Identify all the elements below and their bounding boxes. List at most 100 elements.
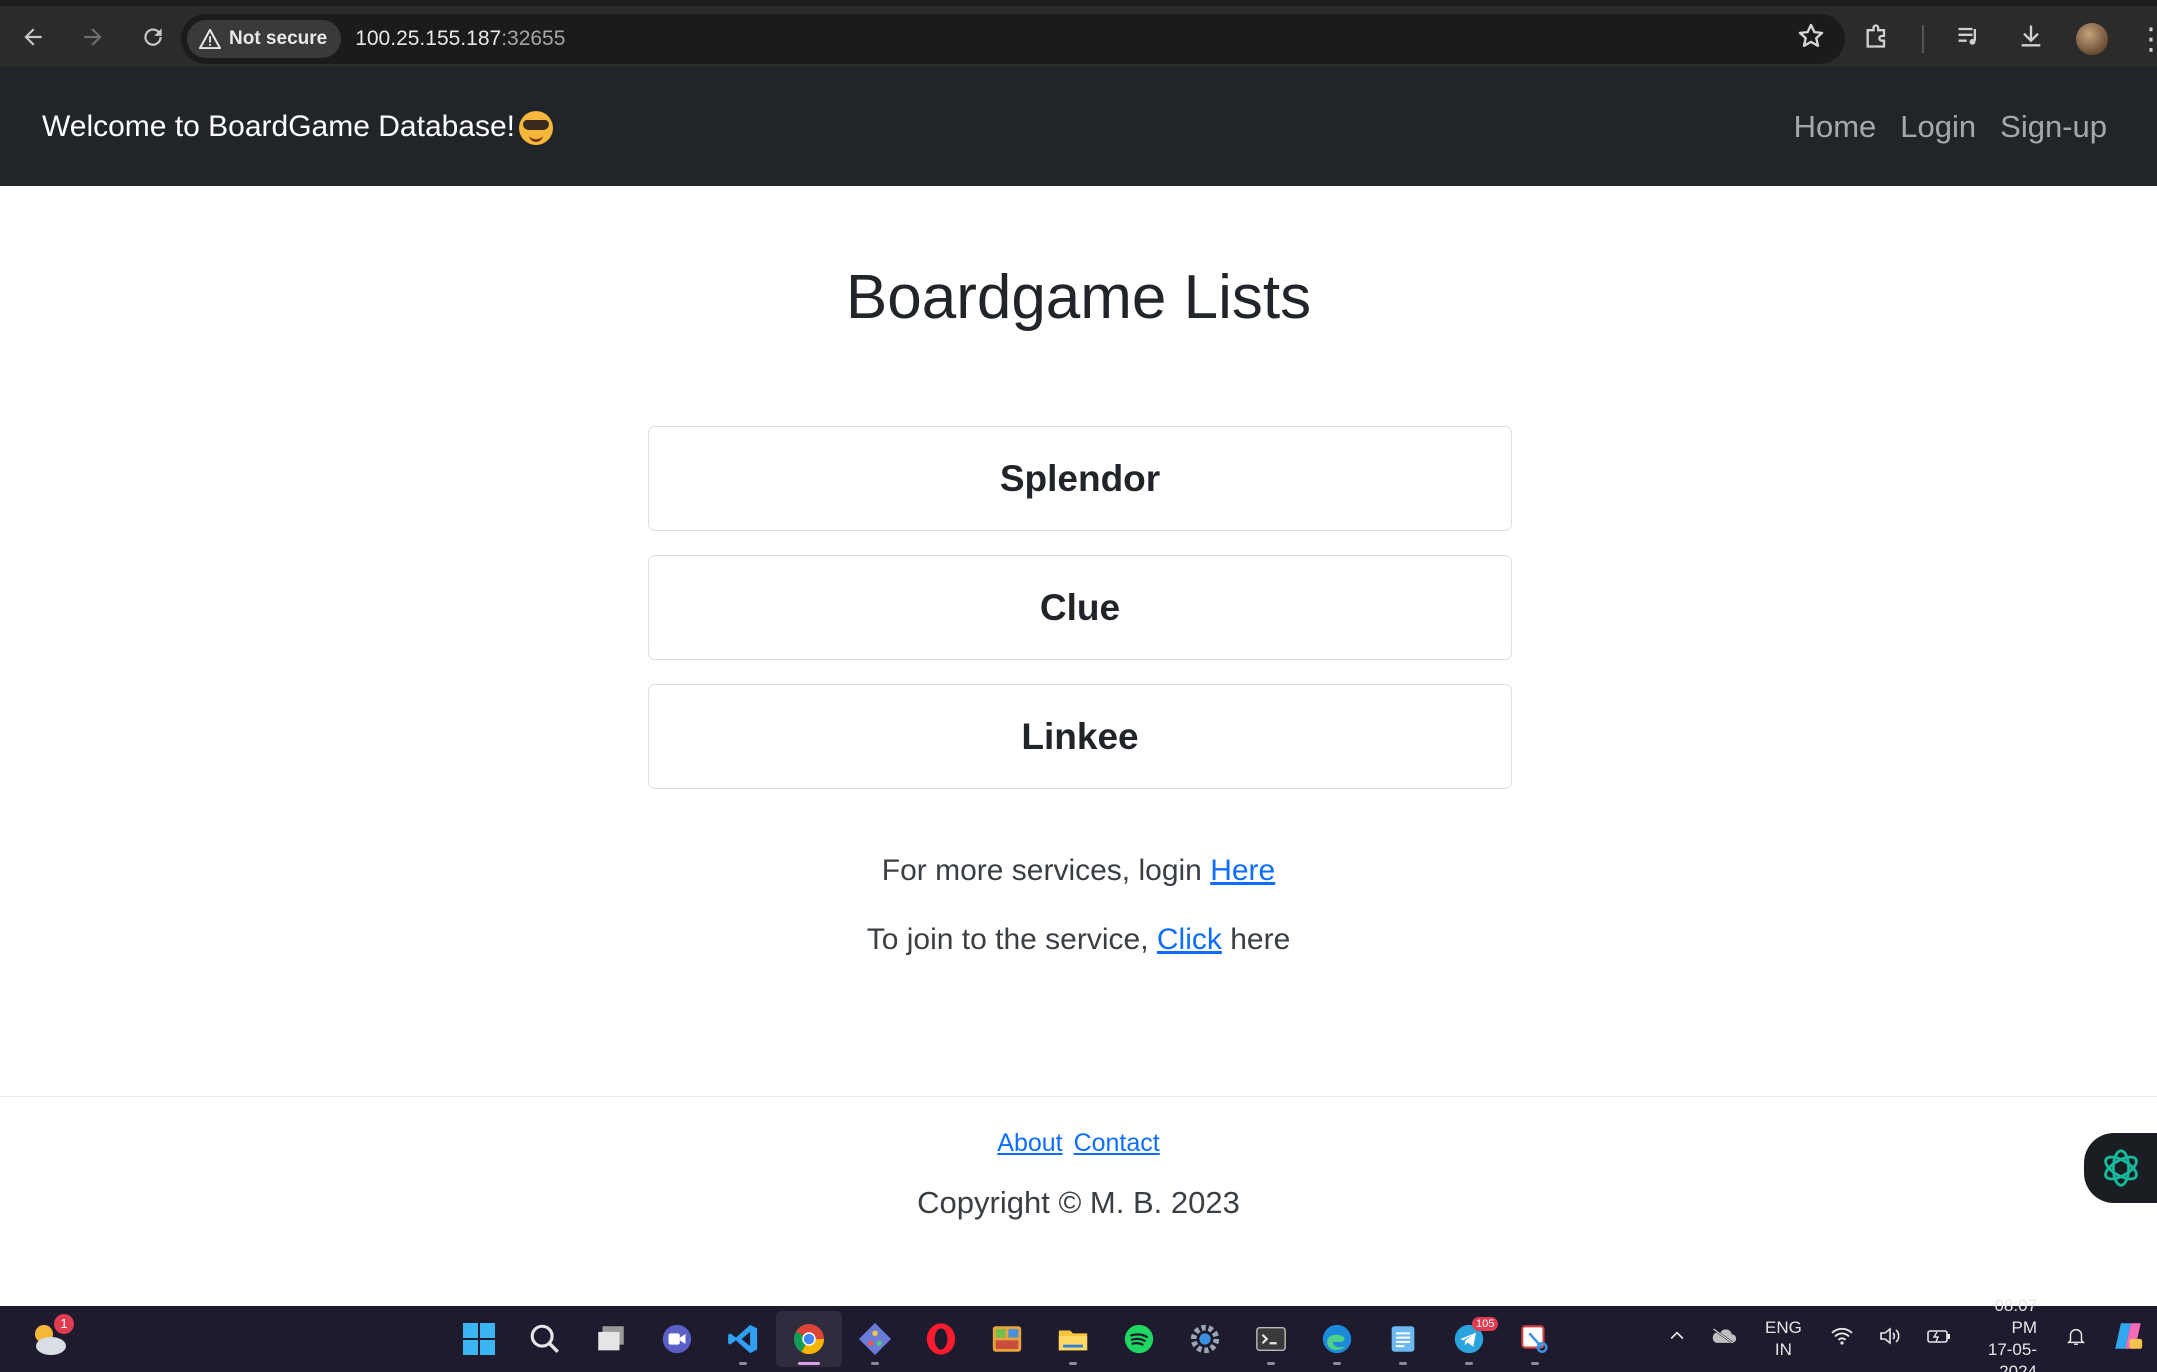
running-indicator: [1069, 1362, 1077, 1365]
running-indicator: [1399, 1362, 1407, 1365]
taskbar-opera[interactable]: [908, 1311, 974, 1367]
browser-toolbar: Not secure 100.25.155.187:32655 ⋮: [0, 0, 2157, 67]
contact-link[interactable]: Contact: [1074, 1129, 1160, 1157]
media-control-icon[interactable]: [1952, 22, 1986, 57]
back-button[interactable]: [6, 10, 60, 64]
site-info-chip[interactable]: Not secure: [187, 20, 342, 58]
wifi-icon[interactable]: [1830, 1326, 1854, 1352]
taskbar-git[interactable]: [842, 1311, 908, 1367]
forward-button[interactable]: [66, 10, 120, 64]
game-list: Splendor Clue Linkee: [648, 426, 1512, 813]
bookmark-star-icon[interactable]: [1797, 22, 1825, 58]
footer-links: About Contact: [0, 1129, 2157, 1158]
arrow-right-icon: [84, 27, 102, 46]
game-card-clue[interactable]: Clue: [648, 555, 1512, 660]
notification-bell-icon[interactable]: [2065, 1325, 2087, 1353]
join-prompt: To join to the service, Click here: [0, 923, 2157, 957]
join-click-link[interactable]: Click: [1157, 923, 1222, 956]
running-indicator: [1333, 1362, 1341, 1365]
start-button[interactable]: [446, 1311, 512, 1367]
chrome-icon: [794, 1324, 825, 1355]
taskbar-apps: 105: [446, 1306, 1568, 1372]
taskbar-vscode[interactable]: [710, 1311, 776, 1367]
region-code: IN: [1774, 1340, 1792, 1359]
taskbar-task-view[interactable]: [578, 1311, 644, 1367]
openai-icon: [2104, 1149, 2138, 1187]
download-icon[interactable]: [2014, 22, 2048, 57]
reload-icon: [144, 27, 162, 46]
nav-signup-link[interactable]: Sign-up: [2000, 109, 2107, 145]
git-icon: [858, 1322, 892, 1356]
edge-icon: [1322, 1324, 1352, 1354]
onedrive-icon[interactable]: [1711, 1326, 1737, 1352]
weather-badge: 1: [54, 1314, 74, 1334]
login-here-link[interactable]: Here: [1210, 854, 1275, 887]
telegram-badge: 105: [1472, 1317, 1499, 1331]
taskbar-chrome[interactable]: [776, 1311, 842, 1367]
taskbar-telegram[interactable]: 105: [1436, 1311, 1502, 1367]
warning-icon: [199, 29, 221, 49]
language-code: ENG: [1765, 1318, 1802, 1337]
taskbar-terminal[interactable]: [1238, 1311, 1304, 1367]
join-prompt-text: To join to the service,: [866, 923, 1157, 956]
reload-button[interactable]: [126, 10, 180, 64]
sunglasses-emoji-icon: [519, 110, 554, 145]
address-bar[interactable]: Not secure 100.25.155.187:32655: [181, 14, 1845, 64]
brand-text: Welcome to BoardGame Database!: [42, 109, 516, 143]
volume-icon[interactable]: [1878, 1326, 1902, 1352]
login-prompt-text: For more services, login: [881, 854, 1211, 887]
show-hidden-icons-chevron-icon[interactable]: [1667, 1326, 1687, 1352]
clock-date: 17-05-2024: [1987, 1340, 2037, 1372]
game-card-linkee[interactable]: Linkee: [648, 684, 1512, 789]
about-link[interactable]: About: [997, 1129, 1062, 1157]
system-tray: ENG IN 08:07 PM 17-05-2024: [1655, 1296, 2157, 1372]
page-title: Boardgame Lists: [845, 263, 1312, 332]
windows-taskbar: 1 105 ENG IN 08:07 PM 17-05-2024: [0, 1296, 2157, 1372]
taskbar-meet[interactable]: [644, 1311, 710, 1367]
profile-avatar[interactable]: [2076, 23, 2108, 55]
security-label: Not secure: [229, 28, 328, 49]
clock-time: 08:07 PM: [1994, 1296, 2037, 1337]
snipping-tool-icon: [1521, 1325, 1548, 1354]
running-indicator: [1531, 1362, 1539, 1365]
game-card-splendor[interactable]: Splendor: [648, 426, 1512, 531]
extensions-icon[interactable]: [1860, 22, 1894, 57]
spotify-icon: [1124, 1324, 1154, 1354]
taskbar-edge[interactable]: [1304, 1311, 1370, 1367]
copilot-icon[interactable]: [2111, 1319, 2145, 1359]
arrow-left-icon: [24, 27, 42, 46]
terminal-icon: [1256, 1326, 1286, 1352]
taskbar-settings[interactable]: [1172, 1311, 1238, 1367]
running-indicator: [1267, 1362, 1275, 1365]
settings-icon: [1190, 1324, 1220, 1354]
login-prompt: For more services, login Here: [0, 854, 2157, 888]
toolbar-divider: [1922, 25, 1924, 53]
main-content: Boardgame Lists Splendor Clue Linkee For…: [0, 186, 2157, 1096]
search-icon: [530, 1324, 559, 1353]
more-menu-icon[interactable]: ⋮: [2136, 22, 2157, 57]
file-explorer-icon: [1058, 1330, 1088, 1351]
page-footer: About Contact Copyright © M. B. 2023: [0, 1096, 2157, 1306]
taskbar-snipping-tool[interactable]: [1502, 1311, 1568, 1367]
taskbar-notepad[interactable]: [1370, 1311, 1436, 1367]
running-indicator: [739, 1362, 747, 1365]
opera-icon: [926, 1323, 956, 1355]
taskbar-search[interactable]: [512, 1311, 578, 1367]
active-indicator: [798, 1362, 820, 1365]
assistant-button[interactable]: [2084, 1133, 2157, 1203]
nav-login-link[interactable]: Login: [1900, 109, 1976, 145]
url-port: :32655: [501, 27, 566, 50]
taskbar-spotify[interactable]: [1106, 1311, 1172, 1367]
weather-widget[interactable]: 1: [28, 1314, 74, 1360]
nav-home-link[interactable]: Home: [1794, 109, 1877, 145]
taskbar-file-explorer[interactable]: [1040, 1311, 1106, 1367]
taskbar-photos[interactable]: [974, 1311, 1040, 1367]
battery-icon[interactable]: [1926, 1326, 1952, 1352]
url-text[interactable]: 100.25.155.187:32655: [355, 27, 565, 51]
browser-actions: ⋮: [1860, 14, 2157, 64]
language-indicator[interactable]: ENG IN: [1765, 1317, 1802, 1361]
nav-links: Home Login Sign-up: [1794, 67, 2107, 186]
taskbar-clock[interactable]: 08:07 PM 17-05-2024: [1982, 1295, 2037, 1372]
site-brand[interactable]: Welcome to BoardGame Database!: [42, 109, 554, 145]
photos-icon: [992, 1326, 1022, 1352]
